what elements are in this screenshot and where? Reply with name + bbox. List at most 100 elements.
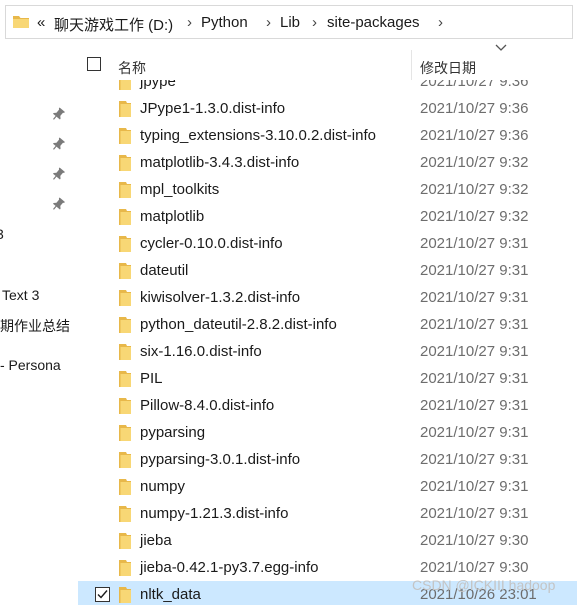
file-name[interactable]: nltk_data — [140, 586, 201, 603]
pin-icon[interactable] — [51, 197, 65, 211]
file-row[interactable]: jieba-0.42.1-py3.7.egg-info 2021/10/27 9:… — [78, 554, 577, 581]
breadcrumb-site-packages[interactable]: site-packages — [327, 14, 420, 31]
file-list: jpype 2021/10/27 9:36 JPype1-1.3.0.dist-in… — [78, 80, 577, 605]
breadcrumb-python[interactable]: Python — [201, 14, 248, 31]
file-name[interactable]: kiwisolver-1.3.2.dist-info — [140, 289, 300, 306]
file-date-modified: 2021/10/27 9:32 — [420, 181, 529, 198]
file-date-modified: 2021/10/27 9:32 — [420, 208, 529, 225]
select-all-checkbox[interactable] — [87, 57, 101, 71]
file-row[interactable]: Pillow-8.4.0.dist-info 2021/10/27 9:31 — [78, 392, 577, 419]
file-date-modified: 2021/10/27 9:36 — [420, 80, 529, 90]
breadcrumb-lib[interactable]: Lib — [280, 14, 300, 31]
file-name[interactable]: typing_extensions-3.10.0.2.dist-info — [140, 127, 376, 144]
file-date-modified: 2021/10/27 9:31 — [420, 235, 529, 252]
file-name[interactable]: dateutil — [140, 262, 188, 279]
breadcrumb-separator-icon[interactable]: › — [312, 14, 317, 31]
file-row[interactable]: JPype1-1.3.0.dist-info 2021/10/27 9:36 — [78, 95, 577, 122]
file-row[interactable]: dateutil 2021/10/27 9:31 — [78, 257, 577, 284]
file-date-modified: 2021/10/26 23:01 — [420, 586, 537, 603]
file-date-modified: 2021/10/27 9:30 — [420, 559, 529, 576]
folder-icon — [119, 317, 131, 333]
breadcrumb-drive[interactable]: 聊天游戏工作 (D:) — [54, 14, 173, 35]
nav-item[interactable]: 3 — [0, 226, 4, 242]
file-date-modified: 2021/10/27 9:31 — [420, 478, 529, 495]
file-row[interactable]: six-1.16.0.dist-info 2021/10/27 9:31 — [78, 338, 577, 365]
file-row[interactable]: typing_extensions-3.10.0.2.dist-info 2021… — [78, 122, 577, 149]
file-date-modified: 2021/10/27 9:31 — [420, 397, 529, 414]
folder-icon — [119, 80, 131, 90]
file-name[interactable]: mpl_toolkits — [140, 181, 219, 198]
folder-icon — [119, 398, 131, 414]
navigation-pane: 3 Text 3 期作业总结 - Persona — [0, 46, 78, 605]
file-row[interactable]: python_dateutil-2.8.2.dist-info 2021/10/2… — [78, 311, 577, 338]
file-date-modified: 2021/10/27 9:31 — [420, 424, 529, 441]
file-name[interactable]: numpy-1.21.3.dist-info — [140, 505, 288, 522]
file-name[interactable]: JPype1-1.3.0.dist-info — [140, 100, 285, 117]
breadcrumb-separator-icon[interactable]: › — [438, 14, 443, 31]
file-row[interactable]: nltk_data 2021/10/26 23:01 — [78, 581, 577, 605]
file-row[interactable]: matplotlib-3.4.3.dist-info 2021/10/27 9:3… — [78, 149, 577, 176]
folder-icon — [119, 290, 131, 306]
file-name[interactable]: PIL — [140, 370, 163, 387]
column-name[interactable]: 名称 — [118, 58, 146, 78]
column-date-modified[interactable]: 修改日期 — [420, 58, 476, 78]
file-row[interactable]: numpy-1.21.3.dist-info 2021/10/27 9:31 — [78, 500, 577, 527]
file-date-modified: 2021/10/27 9:31 — [420, 451, 529, 468]
file-date-modified: 2021/10/27 9:31 — [420, 343, 529, 360]
nav-item[interactable]: Text 3 — [2, 287, 39, 303]
row-checkbox[interactable] — [95, 587, 110, 602]
pin-icon[interactable] — [51, 137, 65, 151]
file-name[interactable]: cycler-0.10.0.dist-info — [140, 235, 283, 252]
folder-icon — [119, 452, 131, 468]
file-row[interactable]: matplotlib 2021/10/27 9:32 — [78, 203, 577, 230]
folder-icon — [119, 344, 131, 360]
file-row[interactable]: jieba 2021/10/27 9:30 — [78, 527, 577, 554]
file-row[interactable]: pyparsing-3.0.1.dist-info 2021/10/27 9:31 — [78, 446, 577, 473]
file-row[interactable]: numpy 2021/10/27 9:31 — [78, 473, 577, 500]
folder-icon — [119, 560, 131, 576]
file-name[interactable]: jieba-0.42.1-py3.7.egg-info — [140, 559, 318, 576]
file-date-modified: 2021/10/27 9:36 — [420, 127, 529, 144]
folder-icon — [13, 16, 29, 28]
file-row[interactable]: PIL 2021/10/27 9:31 — [78, 365, 577, 392]
file-name[interactable]: pyparsing — [140, 424, 205, 441]
folder-icon — [119, 533, 131, 549]
folder-icon — [119, 101, 131, 117]
folder-icon — [119, 371, 131, 387]
file-date-modified: 2021/10/27 9:32 — [420, 154, 529, 171]
folder-icon — [119, 506, 131, 522]
column-divider[interactable] — [411, 50, 412, 80]
file-name[interactable]: Pillow-8.4.0.dist-info — [140, 397, 274, 414]
file-name[interactable]: jpype — [140, 80, 176, 90]
folder-icon — [119, 263, 131, 279]
file-name[interactable]: jieba — [140, 532, 172, 549]
file-name[interactable]: matplotlib — [140, 208, 204, 225]
file-row[interactable]: pyparsing 2021/10/27 9:31 — [78, 419, 577, 446]
file-name[interactable]: six-1.16.0.dist-info — [140, 343, 262, 360]
address-bar-area: « 聊天游戏工作 (D:) › Python › Lib › site-pack… — [0, 0, 577, 46]
file-name[interactable]: python_dateutil-2.8.2.dist-info — [140, 316, 337, 333]
pin-icon[interactable] — [51, 107, 65, 121]
folder-icon — [119, 236, 131, 252]
nav-item[interactable]: - Persona — [0, 357, 61, 373]
file-date-modified: 2021/10/27 9:31 — [420, 289, 529, 306]
breadcrumb-separator-icon[interactable]: › — [266, 14, 271, 31]
nav-item[interactable]: 期作业总结 — [0, 316, 70, 336]
file-name[interactable]: numpy — [140, 478, 185, 495]
breadcrumb-overflow[interactable]: « — [37, 14, 45, 31]
breadcrumb-separator-icon[interactable]: › — [187, 14, 192, 31]
file-date-modified: 2021/10/27 9:31 — [420, 505, 529, 522]
folder-icon — [119, 128, 131, 144]
pin-icon[interactable] — [51, 167, 65, 181]
file-name[interactable]: matplotlib-3.4.3.dist-info — [140, 154, 299, 171]
file-row[interactable]: jpype 2021/10/27 9:36 — [78, 80, 577, 95]
folder-icon — [119, 155, 131, 171]
file-name[interactable]: pyparsing-3.0.1.dist-info — [140, 451, 300, 468]
file-row[interactable]: cycler-0.10.0.dist-info 2021/10/27 9:31 — [78, 230, 577, 257]
file-row[interactable]: mpl_toolkits 2021/10/27 9:32 — [78, 176, 577, 203]
file-row[interactable]: kiwisolver-1.3.2.dist-info 2021/10/27 9:3… — [78, 284, 577, 311]
address-bar[interactable]: « 聊天游戏工作 (D:) › Python › Lib › site-pack… — [5, 5, 573, 39]
column-header: 名称 修改日期 — [78, 46, 577, 80]
checkmark-icon — [97, 590, 108, 599]
folder-icon — [119, 479, 131, 495]
